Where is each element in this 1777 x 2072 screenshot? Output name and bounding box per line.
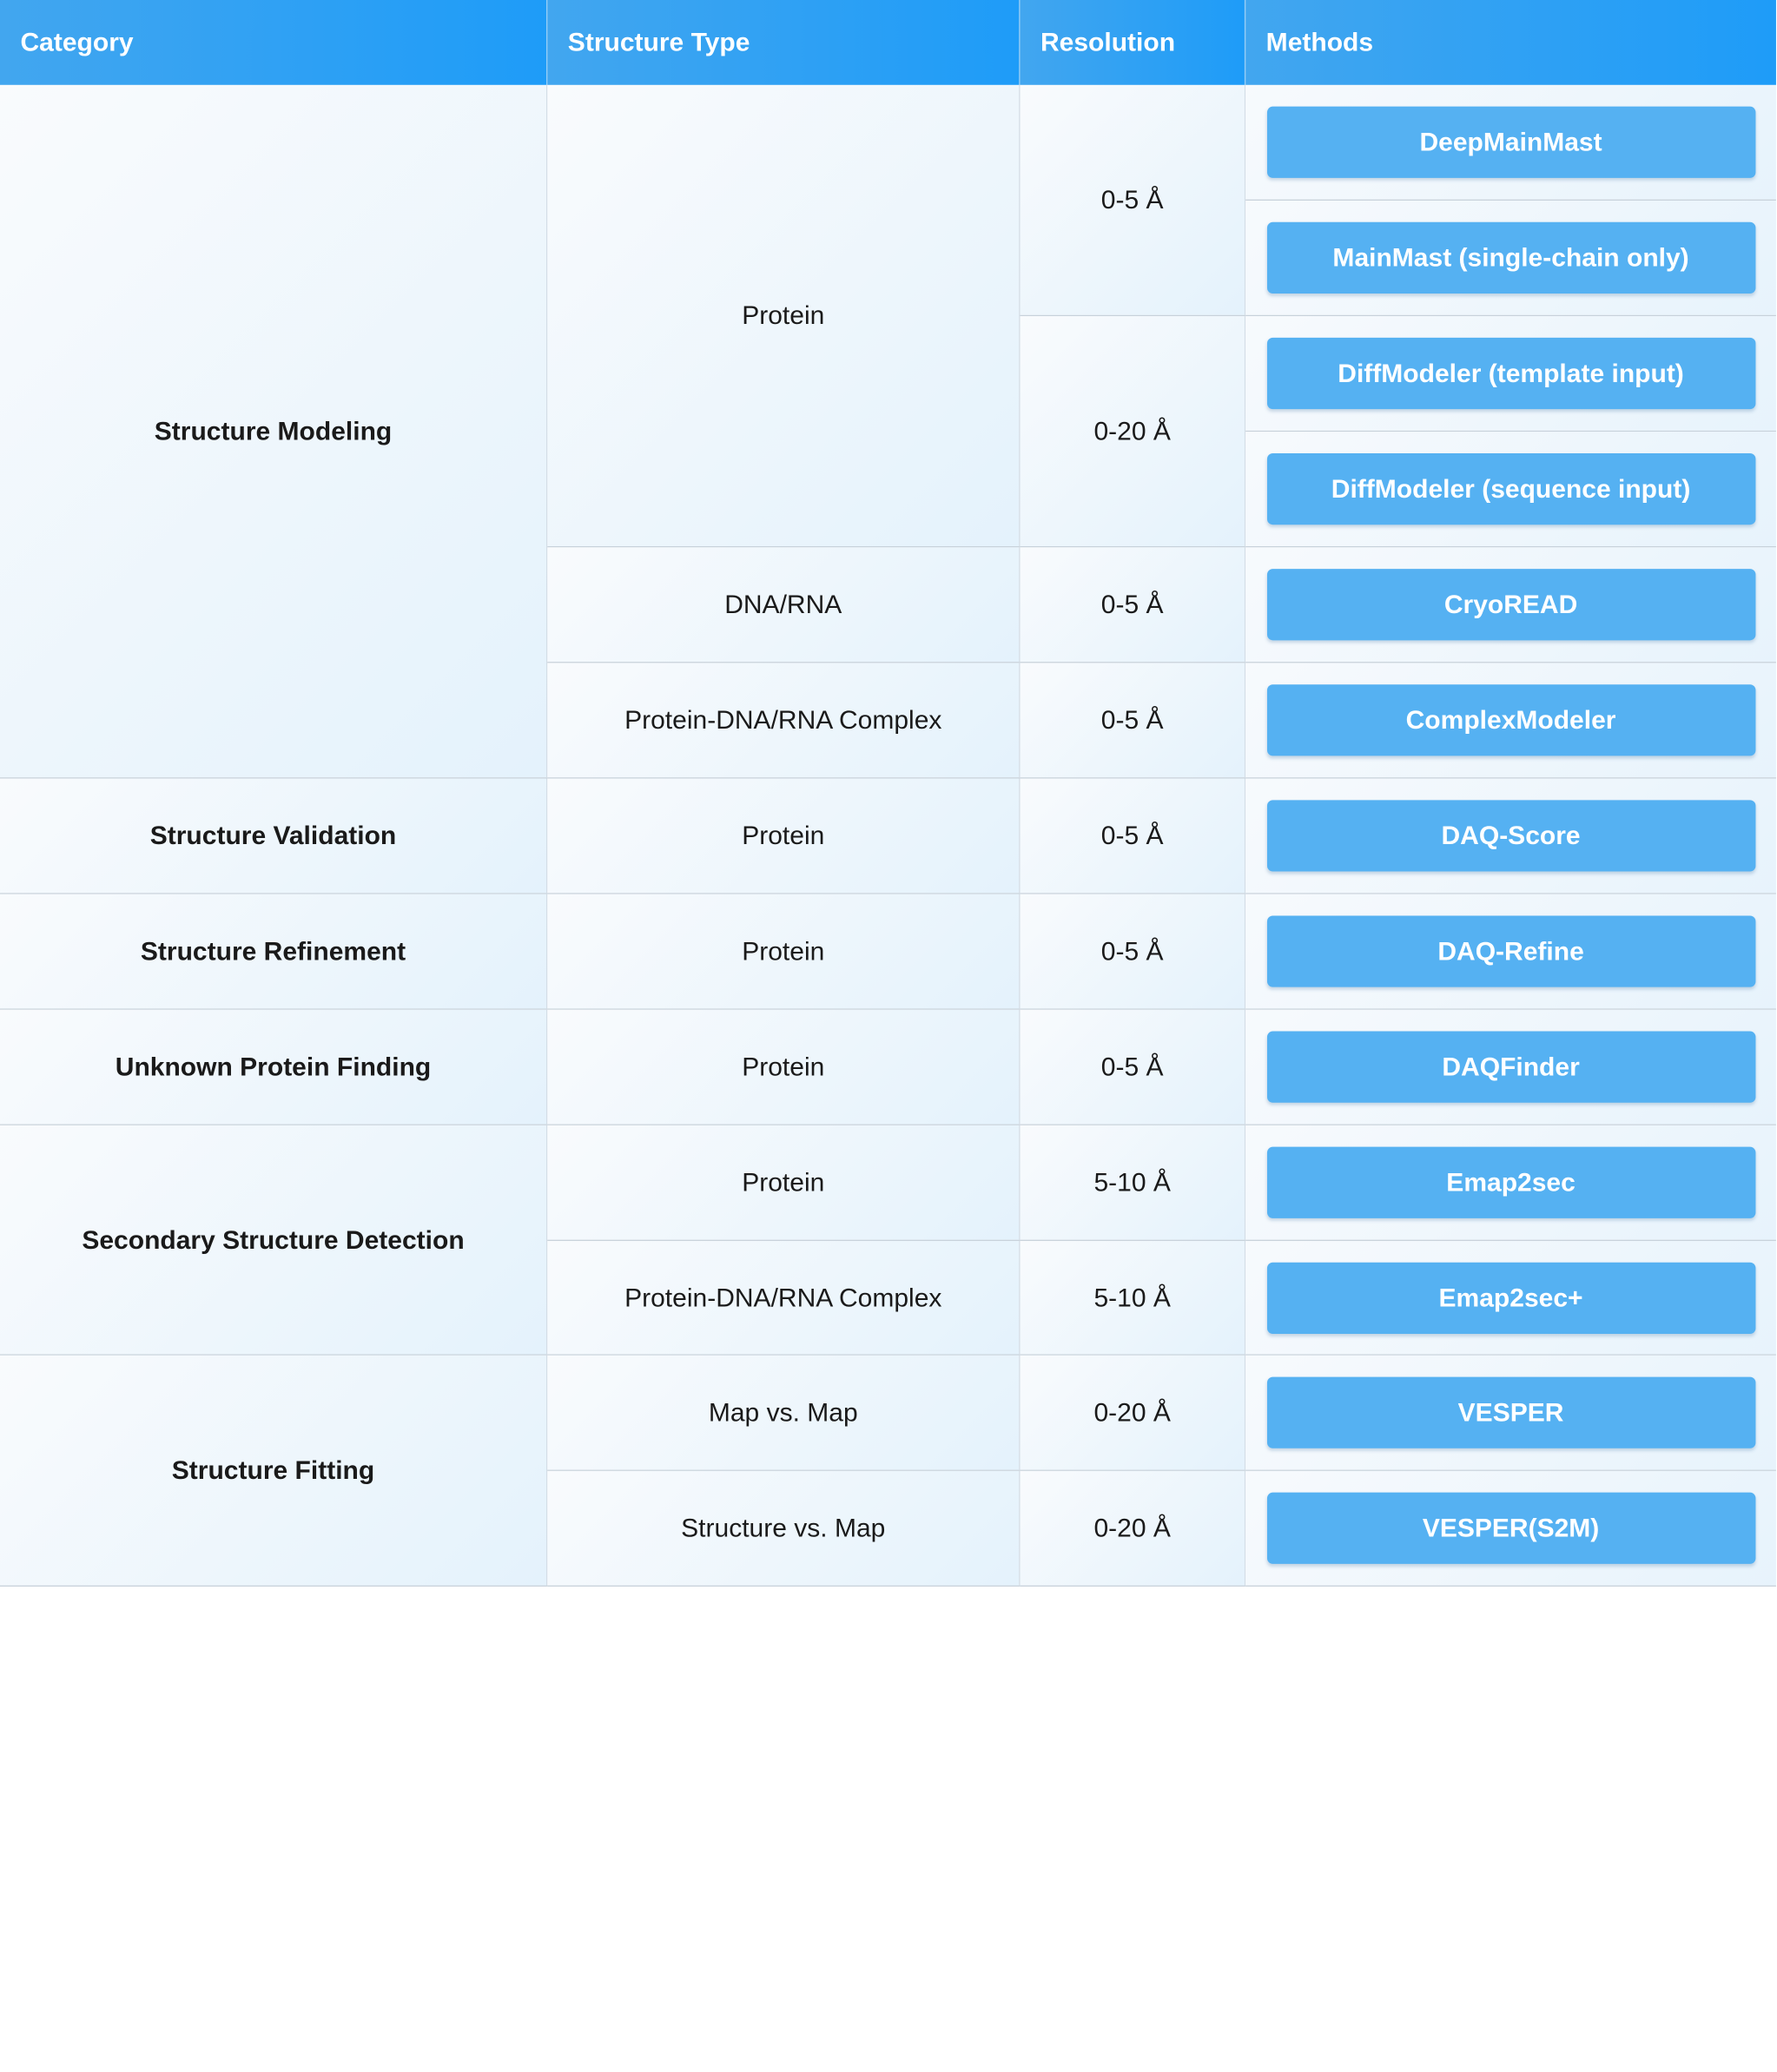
mainmast-button[interactable]: MainMast (single-chain only)	[1266, 221, 1755, 294]
method-cell: VESPER(S2M)	[1245, 1470, 1776, 1587]
resolution-cell: 0-5 Å	[1020, 84, 1246, 317]
method-cell: DAQ-Score	[1245, 778, 1776, 894]
complexmodeler-button[interactable]: ComplexModeler	[1266, 684, 1755, 756]
resolution-cell: 0-5 Å	[1020, 894, 1246, 1010]
category-structure-fitting: Structure Fitting	[0, 1355, 548, 1587]
resolution-cell: 5-10 Å	[1020, 1240, 1246, 1356]
category-unknown-protein-finding: Unknown Protein Finding	[0, 1009, 548, 1125]
structure-type-cell: Protein-DNA/RNA Complex	[547, 663, 1021, 779]
vesper-button[interactable]: VESPER	[1266, 1376, 1755, 1448]
category-secondary-structure-detection: Secondary Structure Detection	[0, 1125, 548, 1356]
resolution-cell: 0-5 Å	[1020, 663, 1246, 779]
method-cell: DiffModeler (sequence input)	[1245, 432, 1776, 548]
daq-score-button[interactable]: DAQ-Score	[1266, 800, 1755, 872]
method-cell: CryoREAD	[1245, 547, 1776, 663]
structure-type-cell: Protein	[547, 1125, 1021, 1241]
header-category: Category	[0, 0, 548, 85]
header-methods: Methods	[1245, 0, 1776, 85]
method-cell: DAQFinder	[1245, 1009, 1776, 1125]
method-cell: VESPER	[1245, 1355, 1776, 1471]
resolution-cell: 0-5 Å	[1020, 547, 1246, 663]
resolution-cell: 0-20 Å	[1020, 1355, 1246, 1471]
method-cell: ComplexModeler	[1245, 663, 1776, 779]
diffmodeler-template-button[interactable]: DiffModeler (template input)	[1266, 337, 1755, 410]
resolution-cell: 0-20 Å	[1020, 1470, 1246, 1587]
structure-type-cell: Protein	[547, 894, 1021, 1010]
method-cell: Emap2sec+	[1245, 1240, 1776, 1356]
structure-type-cell: Protein	[547, 84, 1021, 548]
method-cell: Emap2sec	[1245, 1125, 1776, 1241]
method-cell: DeepMainMast	[1245, 84, 1776, 201]
structure-type-cell: Map vs. Map	[547, 1355, 1021, 1471]
header-structure-type: Structure Type	[547, 0, 1021, 85]
resolution-cell: 0-20 Å	[1020, 316, 1246, 548]
structure-type-cell: Protein	[547, 778, 1021, 894]
structure-type-cell: DNA/RNA	[547, 547, 1021, 663]
daqfinder-button[interactable]: DAQFinder	[1266, 1031, 1755, 1103]
resolution-cell: 5-10 Å	[1020, 1125, 1246, 1241]
deepmainmast-button[interactable]: DeepMainMast	[1266, 106, 1755, 178]
category-structure-validation: Structure Validation	[0, 778, 548, 894]
diffmodeler-sequence-button[interactable]: DiffModeler (sequence input)	[1266, 453, 1755, 525]
structure-type-cell: Protein	[547, 1009, 1021, 1125]
header-resolution: Resolution	[1020, 0, 1246, 85]
vesper-s2m-button[interactable]: VESPER(S2M)	[1266, 1492, 1755, 1564]
method-cell: DiffModeler (template input)	[1245, 316, 1776, 432]
resolution-cell: 0-5 Å	[1020, 1009, 1246, 1125]
structure-type-cell: Structure vs. Map	[547, 1470, 1021, 1587]
method-cell: MainMast (single-chain only)	[1245, 200, 1776, 317]
structure-type-cell: Protein-DNA/RNA Complex	[547, 1240, 1021, 1356]
category-structure-modeling: Structure Modeling	[0, 84, 548, 779]
cryoread-button[interactable]: CryoREAD	[1266, 569, 1755, 641]
emap2sec-button[interactable]: Emap2sec	[1266, 1146, 1755, 1218]
methods-table: Category Structure Type Resolution Metho…	[0, 0, 1777, 2072]
daq-refine-button[interactable]: DAQ-Refine	[1266, 915, 1755, 987]
method-cell: DAQ-Refine	[1245, 894, 1776, 1010]
emap2sec-plus-button[interactable]: Emap2sec+	[1266, 1262, 1755, 1334]
category-structure-refinement: Structure Refinement	[0, 894, 548, 1010]
resolution-cell: 0-5 Å	[1020, 778, 1246, 894]
